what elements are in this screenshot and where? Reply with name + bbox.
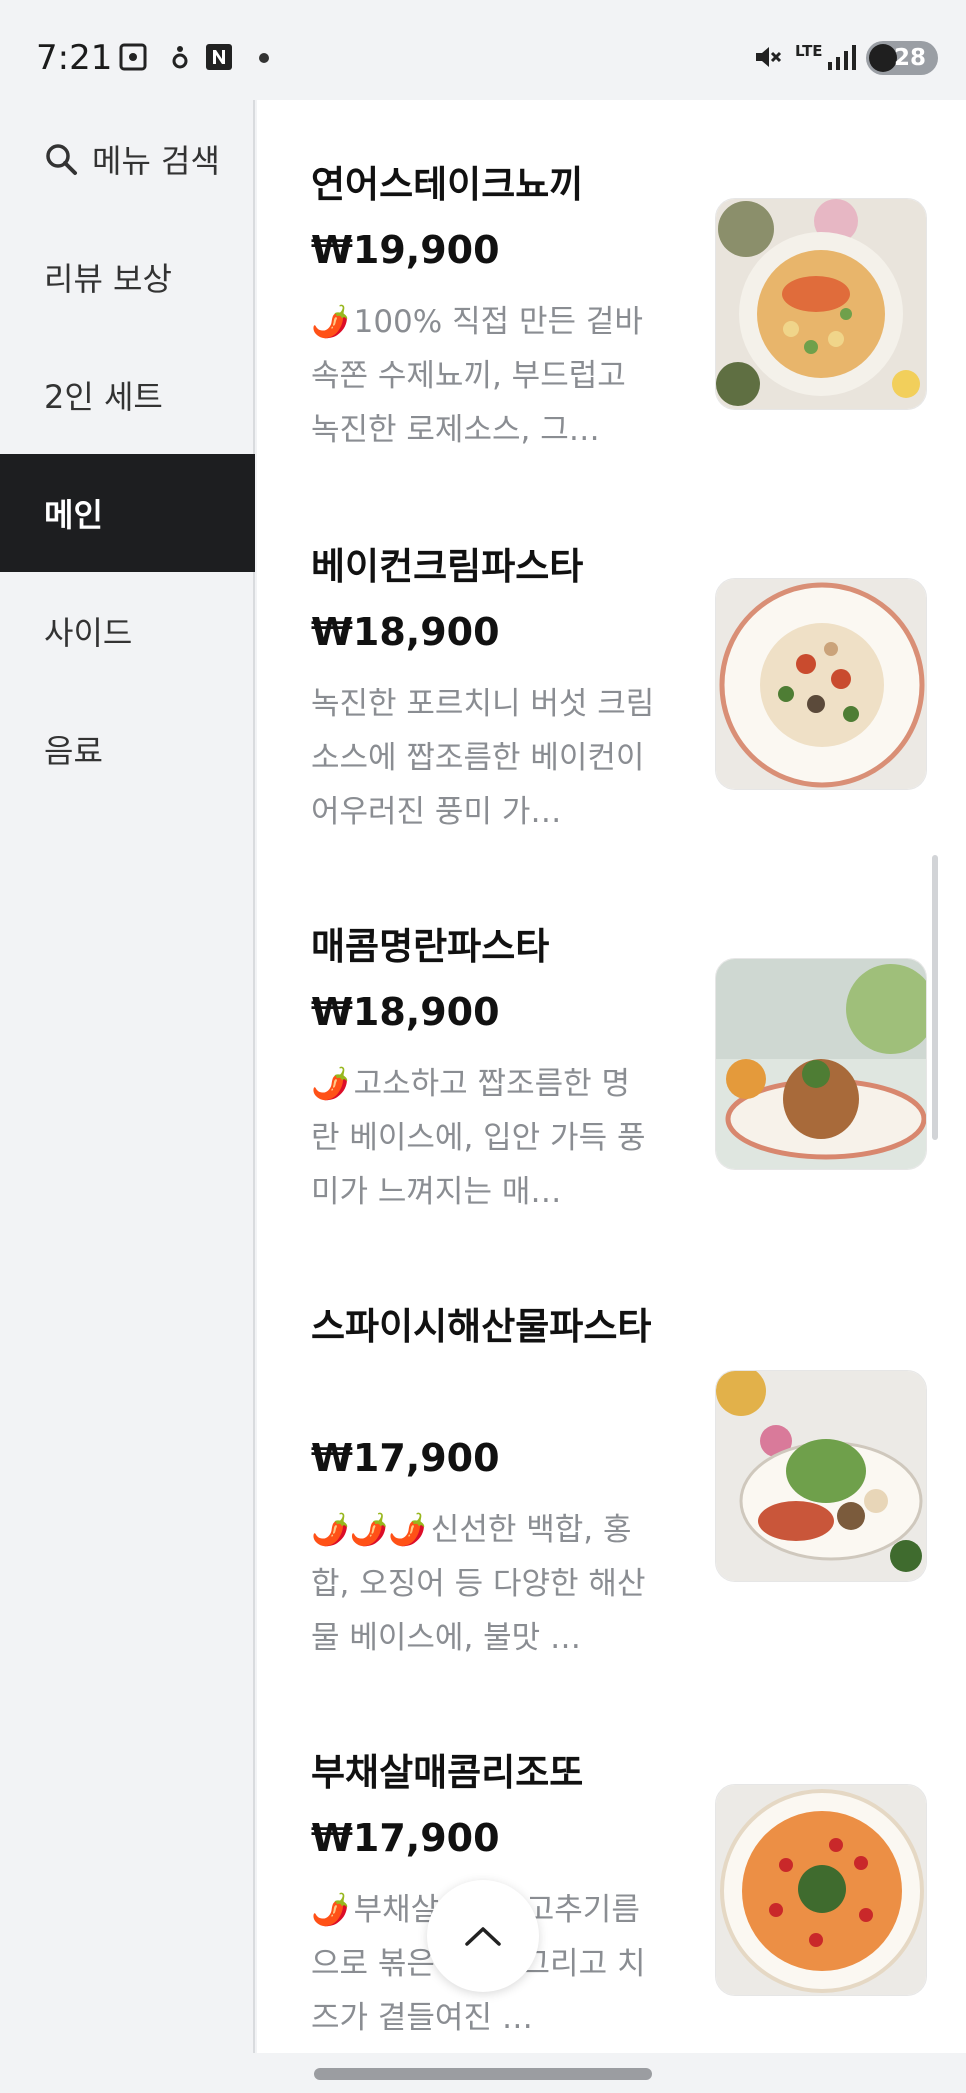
sidebar-item-label: 메인 [44,496,103,534]
sidebar-item-review-reward[interactable]: 리뷰 보상 [0,218,255,336]
menu-item[interactable]: 연어스테이크뇨끼 ₩19,900 🌶️ 100% 직접 만든 겉바속쫀 수제뇨끼,… [257,100,966,480]
sidebar-item-main[interactable]: 메인 [0,454,255,572]
menu-item-photo [715,1370,927,1582]
sidebar-item-label: 사이드 [44,614,133,652]
menu-item-photo [715,578,927,790]
search-icon [46,144,77,175]
menu-item-name: 연어스테이크뇨끼 [311,163,584,206]
menu-item-photo [715,1784,927,1996]
sidebar-item-side[interactable]: 사이드 [0,572,255,690]
menu-item-description: 녹진한 포르치니 버섯 크림 소스에 짭조름한 베이컨이 어우러진 풍미 가… [311,686,655,830]
menu-item-photo [715,198,927,410]
menu-item-price: ₩18,900 [311,610,500,654]
menu-list: 연어스테이크뇨끼 ₩19,900 🌶️ 100% 직접 만든 겉바속쫀 수제뇨끼,… [257,100,966,2053]
menu-item-name: 부채살매콤리조또 [311,1751,584,1794]
menu-item-description: 🌶️ 고소하고 짭조름한 명란 베이스에, 입안 가득 풍미가 느껴지는 매… [311,1057,657,1219]
menu-item-description: 🌶️🌶️🌶️ 신선한 백합, 홍합, 오징어 등 다양한 해산물 베이스에, 불맛… [311,1503,657,1665]
menu-item-price: ₩19,900 [311,228,500,272]
chevron-up-icon [465,1927,501,1946]
sidebar-item-drinks[interactable]: 음료 [0,690,255,808]
menu-item-name: 매콤명란파스타 [311,925,550,968]
menu-search-button[interactable]: 메뉴 검색 [0,100,255,218]
category-sidebar: 메뉴 검색 리뷰 보상 2인 세트 메인 사이드 음료 [0,100,255,2053]
scroll-to-top-button[interactable] [427,1880,539,1992]
dot-indicator [259,53,269,63]
status-bar: 7:21 LTE 28 [0,0,966,100]
menu-item-name: 베이컨크림파스타 [311,545,584,588]
navigation-bar [0,2053,966,2093]
chili-icon: 🌶️🌶️🌶️ [311,1512,427,1548]
mute-icon [756,47,782,67]
menu-item[interactable]: 베이컨크림파스타 ₩18,900 녹진한 포르치니 버섯 크림 소스에 짭조름한… [257,480,966,860]
status-time: 7:21 [36,38,113,78]
scrollbar[interactable] [932,855,938,1140]
menu-search-label: 메뉴 검색 [92,142,220,180]
screenshot-icon [119,43,147,71]
notification-icon [172,46,188,69]
menu-item-price: ₩18,900 [311,990,500,1034]
sidebar-item-label: 리뷰 보상 [44,260,172,298]
menu-item[interactable]: 스파이시해산물파스타 ₩17,900 🌶️🌶️🌶️ 신선한 백합, 홍합, 오징어… [257,1240,966,1686]
chili-icon: 🌶️ [311,1892,350,1928]
sidebar-item-label: 2인 세트 [44,378,163,416]
menu-item-price: ₩17,900 [311,1816,500,1860]
chili-icon: 🌶️ [311,304,350,340]
battery-level: 28 [894,45,927,71]
signal-icon [828,45,856,70]
naver-icon [206,44,232,70]
lte-label: LTE [795,42,823,60]
chili-icon: 🌶️ [311,1066,350,1102]
sidebar-item-label: 음료 [44,732,103,770]
menu-item-price: ₩17,900 [311,1436,500,1480]
menu-item-name: 스파이시해산물파스타 [311,1305,652,1348]
home-gesture-handle[interactable] [314,2068,652,2080]
battery-indicator: 28 [866,41,938,75]
sidebar-item-set-for-two[interactable]: 2인 세트 [0,336,255,454]
menu-item-photo [715,958,927,1170]
battery-charging-icon [869,44,897,72]
menu-item-description: 🌶️ 100% 직접 만든 겉바속쫀 수제뇨끼, 부드럽고 녹진한 로제소스, 그… [311,295,657,457]
menu-item[interactable]: 부채살매콤리조또 ₩17,900 🌶️부채살 고기, 고추기름으로 볶은 야채,… [257,1686,966,2053]
menu-item[interactable]: 매콤명란파스타 ₩18,900 🌶️ 고소하고 짭조름한 명란 베이스에, 입안 … [257,860,966,1240]
